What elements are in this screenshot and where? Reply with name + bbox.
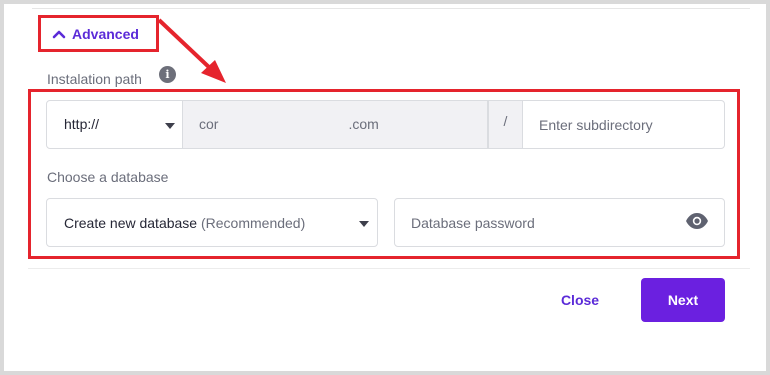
protocol-value: http:// — [64, 116, 100, 132]
caret-down-icon — [165, 123, 175, 129]
protocol-select[interactable]: http:// — [46, 100, 183, 149]
top-divider — [32, 4, 750, 9]
eye-icon[interactable] — [685, 212, 709, 230]
installation-path-label: Instalation path — [47, 71, 142, 87]
database-label: Choose a database — [47, 169, 169, 185]
domain-value: cor .com — [199, 116, 379, 132]
database-password-input[interactable] — [394, 198, 725, 247]
database-select[interactable]: Create new database (Recommended) — [46, 198, 378, 247]
chevron-up-icon — [52, 30, 66, 38]
advanced-label: Advanced — [72, 25, 139, 42]
advanced-toggle[interactable]: Advanced — [38, 15, 159, 52]
domain-field: cor .com — [183, 100, 488, 149]
info-icon[interactable]: i — [159, 66, 176, 83]
subdirectory-input[interactable] — [522, 100, 725, 149]
close-button[interactable]: Close — [548, 286, 612, 314]
caret-down-icon — [359, 221, 369, 227]
next-button[interactable]: Next — [641, 278, 725, 322]
path-separator: / — [488, 100, 523, 149]
database-select-value: Create new database (Recommended) — [64, 215, 306, 231]
footer-divider — [28, 268, 750, 269]
